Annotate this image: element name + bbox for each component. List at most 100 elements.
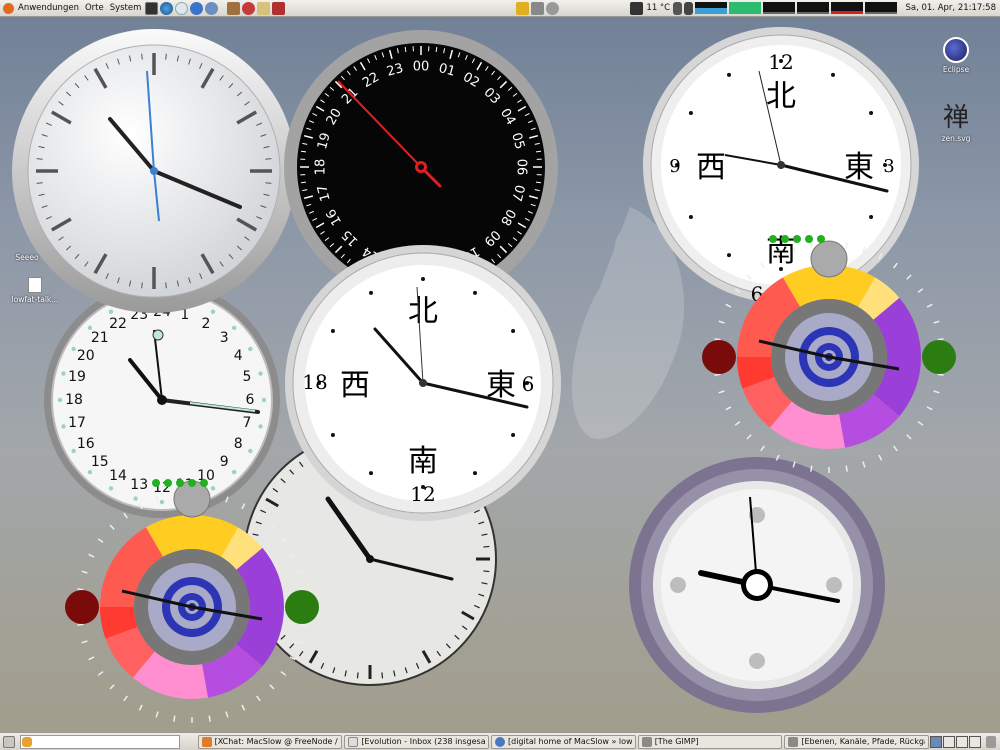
terminal-icon[interactable] xyxy=(145,1,159,15)
disk-monitor[interactable] xyxy=(865,2,898,14)
tool-icon[interactable] xyxy=(516,1,530,15)
swap-monitor[interactable] xyxy=(797,2,830,14)
xchat-icon xyxy=(201,736,212,747)
tick-dot xyxy=(108,486,114,491)
trash-icon[interactable] xyxy=(986,735,997,748)
tick-dot xyxy=(248,448,253,454)
tick-dot xyxy=(71,346,76,352)
net-monitor[interactable] xyxy=(763,2,796,14)
weather-text[interactable]: 11 °C xyxy=(646,3,670,13)
red-knob[interactable] xyxy=(65,590,99,624)
ring-tick xyxy=(81,640,88,644)
color-ring-widget-right[interactable] xyxy=(699,235,961,475)
tick-mark xyxy=(435,46,438,53)
menu-places[interactable]: Orte xyxy=(82,3,107,13)
cpu-monitor[interactable] xyxy=(695,2,728,14)
ring-tick xyxy=(289,553,296,558)
dial-number: 00 xyxy=(413,60,430,75)
ring-tick xyxy=(926,303,933,308)
tick-dot xyxy=(261,397,267,403)
dial-number: 5 xyxy=(243,369,252,385)
monitor-icon[interactable] xyxy=(630,1,644,15)
help-icon[interactable] xyxy=(190,1,204,15)
tick-mark xyxy=(356,672,359,679)
ring-tick xyxy=(746,274,752,280)
task-browser-label: [digital home of MacSlow » lowf... xyxy=(508,737,632,746)
menu-system[interactable]: System xyxy=(107,3,145,13)
applet-icon[interactable] xyxy=(546,1,560,15)
tick-mark xyxy=(300,181,307,184)
ring-tick xyxy=(810,465,813,472)
music-icon[interactable] xyxy=(531,1,545,15)
panel-clock[interactable]: Sa, 01. Apr, 21:17:58 xyxy=(905,3,1000,13)
search-icon xyxy=(21,736,32,747)
task-gimp[interactable]: [The GIMP] xyxy=(637,734,783,749)
status-dot xyxy=(793,235,801,243)
tick-dot xyxy=(248,346,253,352)
ring-tick xyxy=(906,274,912,280)
tick-dot xyxy=(231,469,237,475)
task-layers[interactable]: [Ebenen, Kanäle, Pfade, Rückgä... xyxy=(784,734,930,749)
eclipse-desktop-icon[interactable]: Eclipse xyxy=(936,37,976,74)
browser-icon xyxy=(495,736,505,747)
task-evolution[interactable]: [Evolution - Inbox (238 insgesa... xyxy=(344,734,489,749)
color-ring-widget-left[interactable] xyxy=(62,479,324,725)
volume-icon[interactable] xyxy=(673,1,683,15)
workspace-4[interactable] xyxy=(969,735,982,748)
workspace-2[interactable] xyxy=(943,735,956,748)
zen-desktop-icon[interactable]: 禅 zen.svg xyxy=(932,97,980,143)
tick-mark xyxy=(165,282,167,289)
dial-number: 8 xyxy=(234,436,243,452)
workspace-switcher[interactable] xyxy=(930,735,982,748)
gimp-icon xyxy=(641,736,652,747)
gray-knob[interactable] xyxy=(810,240,848,278)
dial-number: 9 xyxy=(220,454,229,470)
ring-tick xyxy=(88,553,95,558)
purple-ring-clock-widget[interactable] xyxy=(626,457,888,719)
desktop: Eclipse 禅 zen.svg Seeeo lowfat-talk... 1… xyxy=(0,17,1000,732)
gray-clock-widget[interactable] xyxy=(8,27,300,319)
ring-tick xyxy=(893,445,898,452)
green-knob[interactable] xyxy=(285,590,319,624)
red-knob[interactable] xyxy=(702,340,736,374)
memory-monitor[interactable] xyxy=(729,2,762,14)
battery-icon[interactable] xyxy=(684,1,694,15)
gimp-icon[interactable] xyxy=(227,1,241,15)
task-xchat[interactable]: [XChat: MacSlow @ FreeNode / ... xyxy=(197,734,343,749)
workspace-3[interactable] xyxy=(956,735,969,748)
north-glyph: 北 xyxy=(766,79,796,114)
menu-applications[interactable]: Anwendungen xyxy=(15,3,82,13)
ring-tick xyxy=(878,454,883,461)
task-browser[interactable]: [digital home of MacSlow » lowf... xyxy=(491,734,636,749)
task-xchat-label: [XChat: MacSlow @ FreeNode / ... xyxy=(214,737,339,746)
ring-tick xyxy=(280,671,287,676)
tick-dot xyxy=(71,448,76,454)
ring-tick xyxy=(241,704,246,711)
green-knob[interactable] xyxy=(922,340,956,374)
ubuntu-logo-icon[interactable] xyxy=(3,2,14,14)
north-glyph: 北 xyxy=(408,294,438,329)
tick-dot xyxy=(511,433,516,437)
tick-dot xyxy=(369,471,373,476)
panel-search-field[interactable] xyxy=(19,734,180,749)
show-desktop-icon[interactable] xyxy=(3,735,15,748)
exit-icon[interactable] xyxy=(272,1,286,15)
ring-tick xyxy=(775,454,780,461)
ring-tick xyxy=(845,465,848,472)
folder-icon[interactable] xyxy=(257,1,271,15)
dial-number: 18 xyxy=(65,392,83,408)
load-monitor[interactable] xyxy=(831,2,864,14)
east-glyph: 東 xyxy=(844,150,874,185)
record-icon[interactable] xyxy=(242,1,256,15)
compass-clock-center[interactable]: 北 南 西 東 18 6 12 xyxy=(283,245,563,525)
mail-icon[interactable] xyxy=(175,1,189,15)
tick-mark xyxy=(535,150,542,153)
dial24-clock-widget[interactable]: 123456789101112131415161718192021222324 xyxy=(30,282,292,518)
network-icon[interactable] xyxy=(205,1,219,15)
tick-dot xyxy=(258,424,263,429)
workspace-1[interactable] xyxy=(930,735,943,748)
browser-icon[interactable] xyxy=(160,1,174,15)
tick-dot xyxy=(869,215,874,219)
ring-tick xyxy=(845,242,848,249)
ring-tick xyxy=(138,503,143,510)
